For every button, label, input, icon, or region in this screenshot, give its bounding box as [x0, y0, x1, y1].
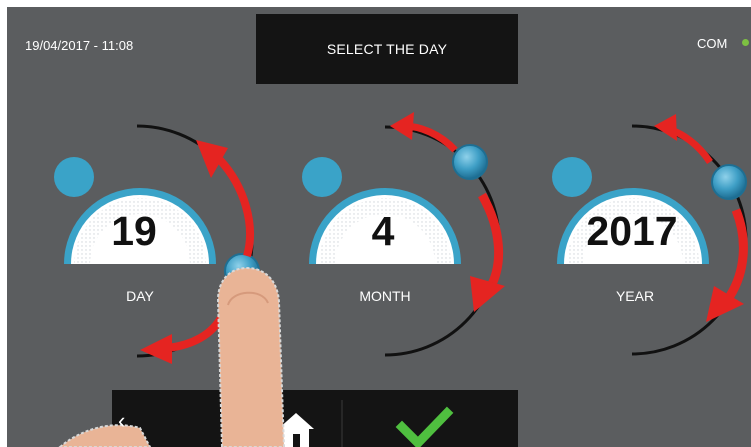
day-value: 19 — [111, 208, 157, 254]
day-down-arrowhead — [140, 334, 172, 364]
year-value: 2017 — [586, 208, 678, 254]
month-dial-ornament — [302, 157, 342, 197]
day-down-arrow — [167, 313, 226, 352]
confirm-button[interactable] — [395, 406, 454, 447]
month-down-arrow — [478, 192, 504, 291]
month-label: MONTH — [359, 288, 411, 304]
year-down-arrowhead — [706, 286, 744, 322]
year-down-arrow — [726, 208, 748, 299]
back-button[interactable]: ‹ — [118, 408, 125, 434]
touch-screen: 19/04/2017 - 11:08 SELECT THE DAY COM 19… — [0, 0, 751, 447]
year-dial-knob[interactable] — [711, 164, 747, 200]
day-dial-ornament — [54, 157, 94, 197]
check-icon — [395, 406, 454, 447]
day-label: DAY — [126, 288, 154, 304]
day-up-arrow — [217, 157, 254, 258]
month-value: 4 — [371, 208, 395, 254]
month-down-arrowhead — [470, 276, 505, 312]
year-up-arrowhead — [654, 114, 677, 141]
month-up-arrowhead — [390, 112, 414, 140]
chevron-left-icon: ‹ — [118, 408, 126, 433]
year-dial-ornament — [552, 157, 592, 197]
month-dial-knob[interactable] — [452, 144, 488, 180]
year-label: YEAR — [615, 288, 655, 304]
